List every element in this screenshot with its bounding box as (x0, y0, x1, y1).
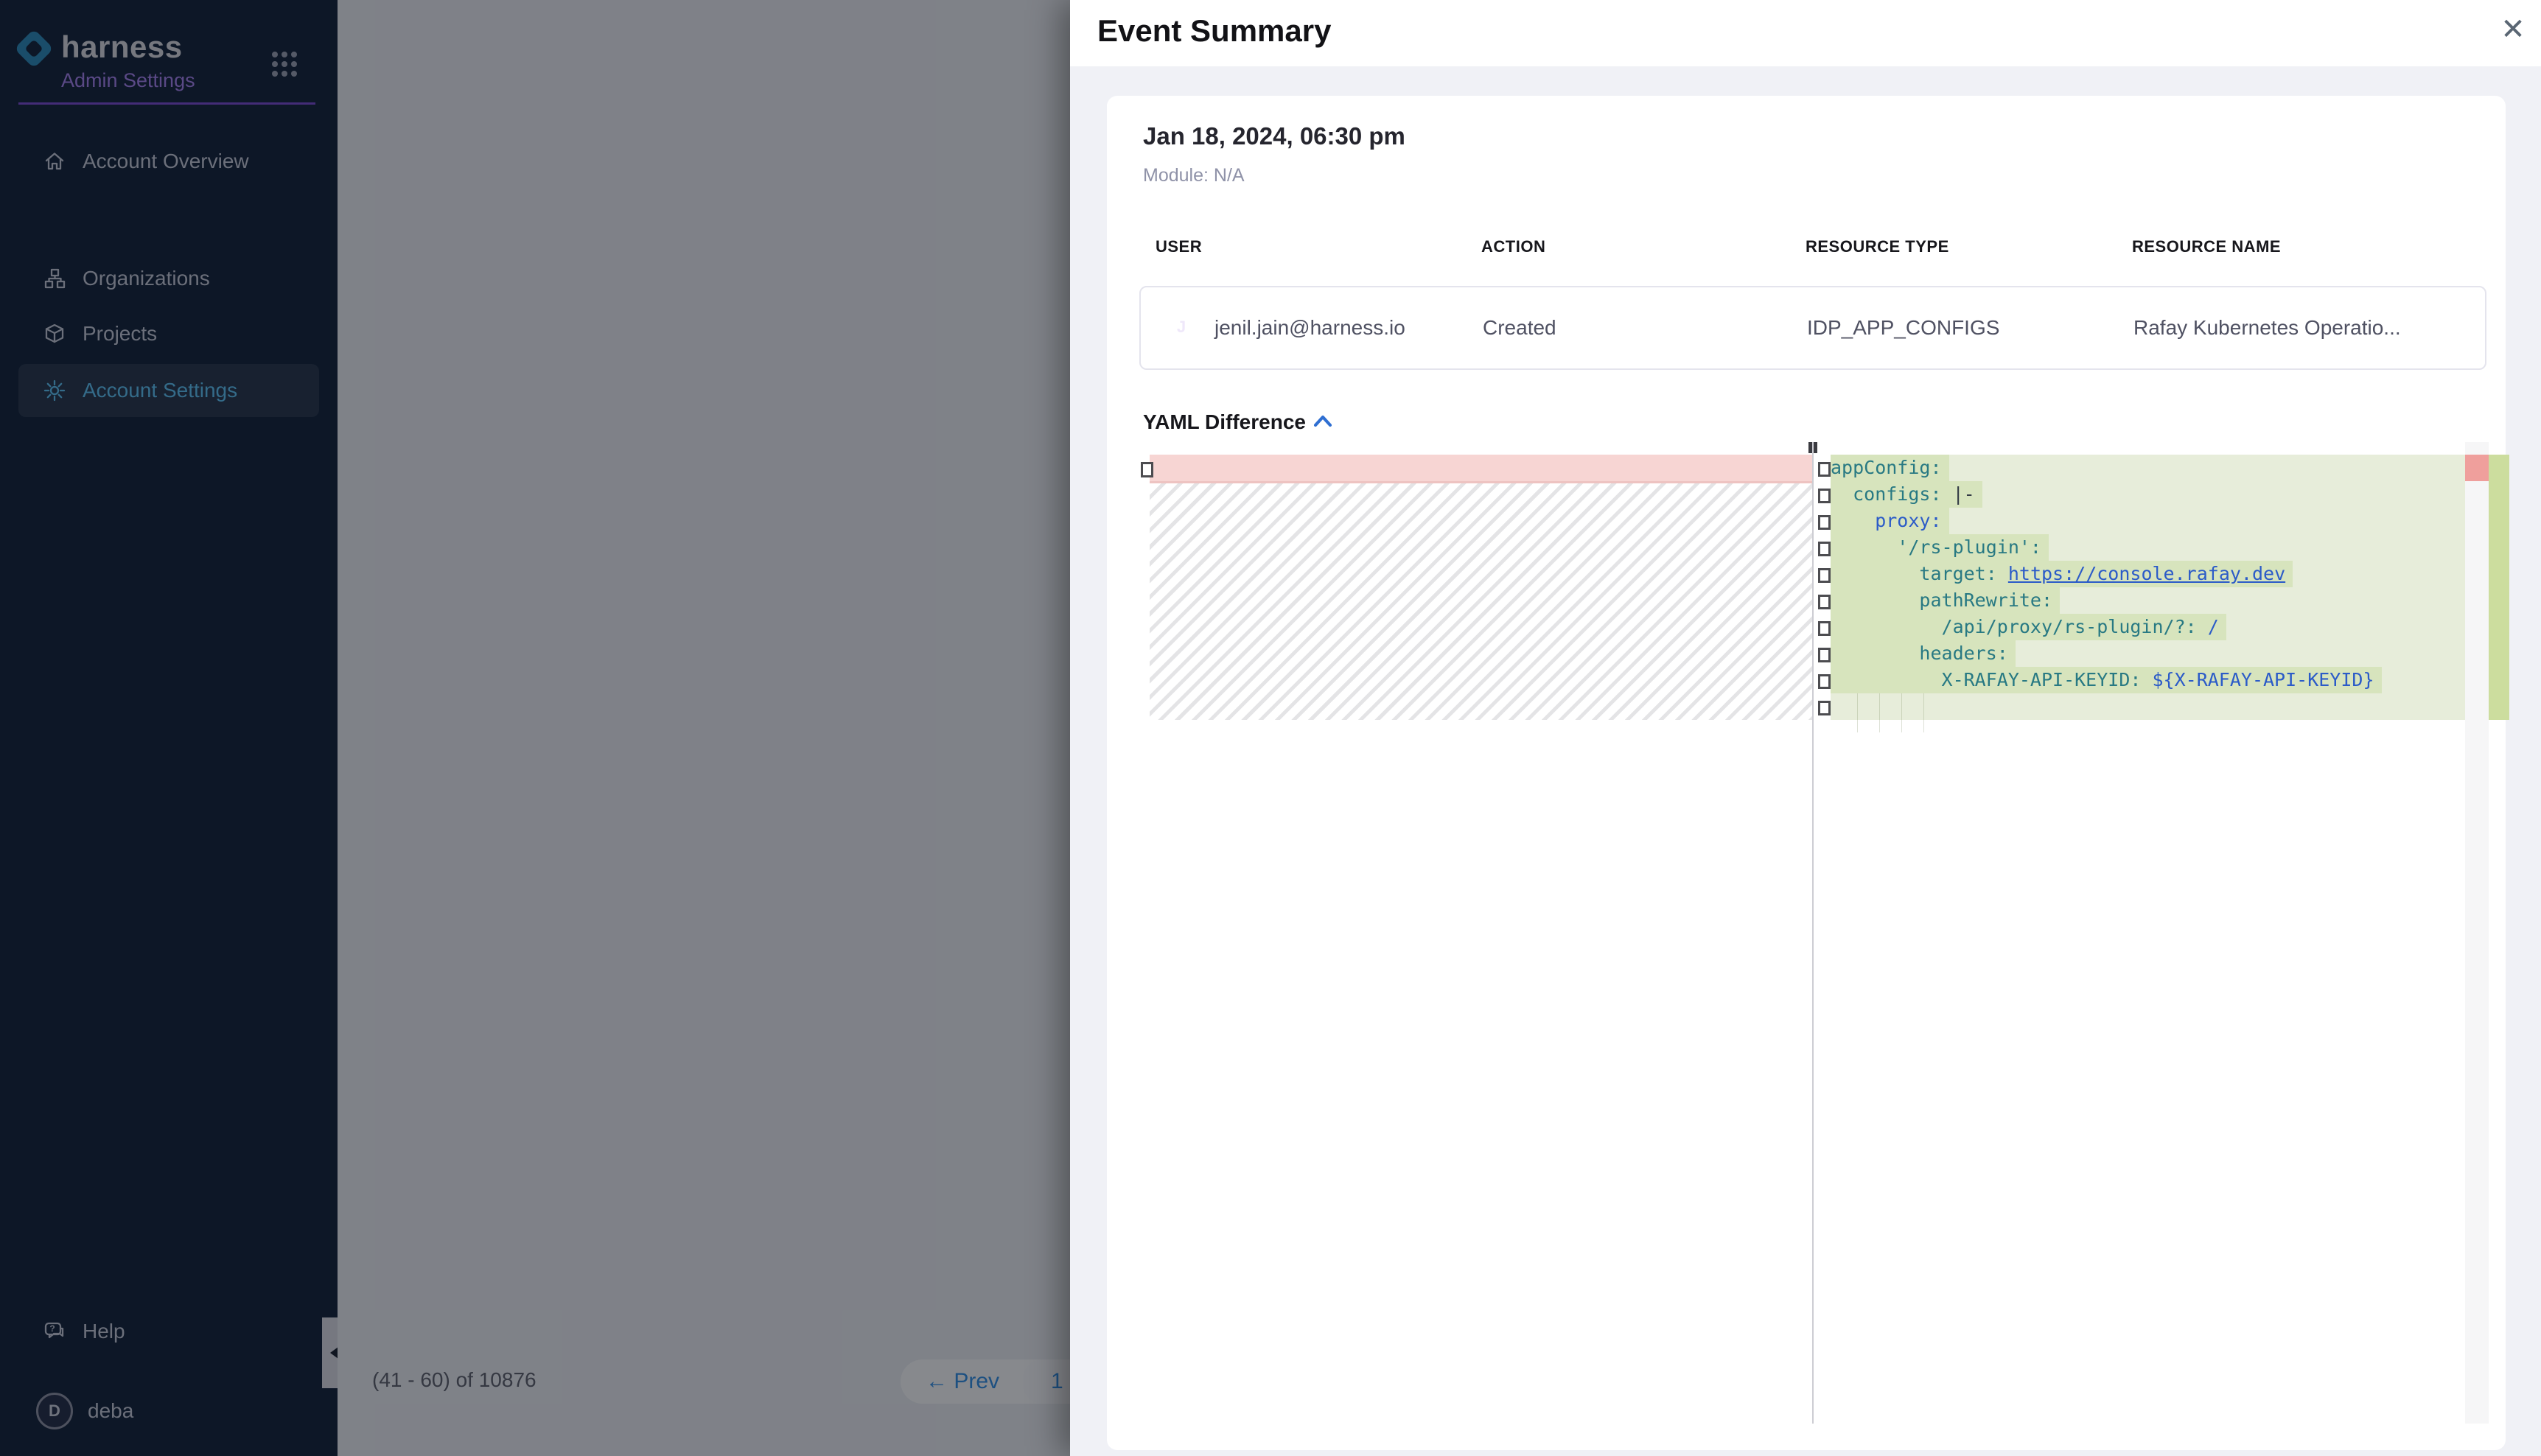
overview-removed-mark (2465, 455, 2489, 481)
gutter-marker-icon (1141, 462, 1153, 477)
gutter-marker-icon (1818, 595, 1831, 609)
gutter-marker-icon (1818, 648, 1831, 662)
event-action: Created (1483, 316, 1556, 340)
overview-added-mark (2489, 455, 2509, 720)
gutter-marker-icon (1818, 542, 1831, 556)
yaml-line: X-RAFAY-API-KEYID: ${X-RAFAY-API-KEYID} (1831, 667, 2465, 693)
yaml-line: configs: |- (1831, 481, 2465, 508)
diff-right-pane: appConfig: configs: |- proxy: '/rs-plugi… (1831, 455, 2465, 720)
chevron-up-icon[interactable] (1312, 412, 1334, 435)
drawer-body: Jan 18, 2024, 06:30 pm Module: N/A USER … (1070, 66, 2541, 1456)
gutter-marker-icon (1818, 674, 1831, 689)
col-action: ACTION (1481, 237, 1545, 256)
event-user: jenil.jain@harness.io (1214, 316, 1405, 340)
pane-divider (1812, 442, 1814, 1424)
event-resource-type: IDP_APP_CONFIGS (1807, 316, 1999, 340)
gutter-marker-icon (1818, 701, 1831, 715)
col-resource-name: RESOURCE NAME (2132, 237, 2281, 256)
close-icon[interactable]: ✕ (2491, 7, 2535, 52)
yaml-line: pathRewrite: (1831, 587, 2465, 614)
gutter-marker-icon (1818, 489, 1831, 503)
event-summary-drawer: Event Summary ✕ Jan 18, 2024, 06:30 pm M… (1070, 0, 2541, 1456)
yaml-line (1831, 693, 2465, 720)
yaml-line: appConfig: (1831, 455, 2465, 481)
col-resource-type: RESOURCE TYPE (1806, 237, 1949, 256)
gutter-marker-icon (1818, 462, 1831, 477)
gutter-marker-icon (1818, 568, 1831, 583)
drawer-title: Event Summary (1097, 13, 1331, 49)
gutter-marker-icon (1818, 515, 1831, 530)
col-user: USER (1156, 237, 1202, 256)
yaml-line: target: https://console.rafay.dev (1831, 561, 2465, 587)
yaml-line: '/rs-plugin': (1831, 534, 2465, 561)
yaml-line: proxy: (1831, 508, 2465, 534)
gutter-marker-icon (1818, 621, 1831, 636)
removed-line (1150, 455, 1813, 483)
event-resource-name: Rafay Kubernetes Operatio... (2133, 316, 2401, 340)
user-avatar: J (1163, 309, 1200, 346)
app-screen: harness Admin Settings Account OverviewO… (0, 0, 2541, 1456)
event-row: J jenil.jain@harness.io Created IDP_APP_… (1139, 286, 2486, 370)
event-summary-card: Jan 18, 2024, 06:30 pm Module: N/A USER … (1107, 96, 2506, 1450)
yaml-diff-editor[interactable]: appConfig: configs: |- proxy: '/rs-plugi… (1139, 442, 2476, 1424)
empty-region-hatch (1150, 483, 1813, 720)
event-timestamp: Jan 18, 2024, 06:30 pm (1143, 122, 1405, 150)
scrollbar-track[interactable] (2465, 442, 2489, 1424)
yaml-line: headers: (1831, 640, 2465, 667)
yaml-line: /api/proxy/rs-plugin/?: / (1831, 614, 2465, 640)
yaml-difference-label: YAML Difference (1143, 410, 1306, 434)
diff-left-pane (1150, 442, 1813, 1424)
event-module: Module: N/A (1143, 165, 1245, 186)
